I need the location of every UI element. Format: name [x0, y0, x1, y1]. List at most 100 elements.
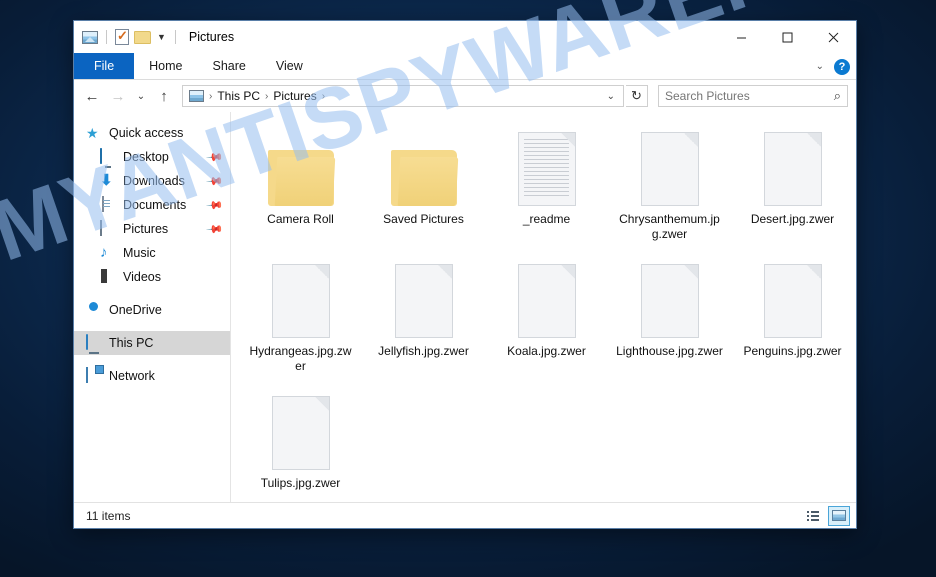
search-input[interactable]: Search Pictures	[665, 89, 834, 103]
properties-icon[interactable]	[115, 28, 129, 45]
large-icons-view-button[interactable]	[828, 505, 850, 526]
tab-view[interactable]: View	[261, 53, 318, 79]
ribbon-right-controls: ⌄ ?	[816, 53, 850, 80]
encrypted-file-icon	[731, 260, 854, 338]
sidebar-item-documents[interactable]: Documents 📌	[74, 193, 230, 217]
sidebar-item-pictures[interactable]: Pictures 📌	[74, 217, 230, 241]
file-item-hydrangeas[interactable]: Hydrangeas.jpg.zwer	[239, 256, 362, 374]
pictures-library-icon[interactable]	[82, 30, 98, 44]
download-arrow-icon: ⬇	[100, 172, 113, 189]
back-button[interactable]: ←	[80, 84, 104, 108]
encrypted-file-icon	[485, 260, 608, 338]
toolbar-divider-2	[174, 30, 176, 44]
address-bar: ← → ⌄ ↑ › This PC › Pictures › ⌄ ↻ Searc…	[74, 80, 856, 112]
minimize-button[interactable]	[718, 21, 764, 53]
expand-ribbon-chevron-icon[interactable]: ⌄	[816, 61, 824, 72]
sidebar-item-label: Quick access	[109, 126, 184, 140]
sidebar-item-desktop[interactable]: Desktop 📌	[74, 145, 230, 169]
file-item-jellyfish[interactable]: Jellyfish.jpg.zwer	[362, 256, 485, 374]
encrypted-file-icon	[608, 260, 731, 338]
up-button[interactable]: ↑	[152, 84, 176, 108]
encrypted-file-icon	[608, 128, 731, 206]
help-icon[interactable]: ?	[834, 58, 850, 75]
details-view-button[interactable]	[802, 506, 824, 526]
sidebar-gap-1	[74, 289, 230, 298]
encrypted-file-icon	[239, 392, 362, 470]
search-icon[interactable]: ⌕	[834, 88, 841, 104]
video-film-icon	[100, 269, 116, 285]
file-item-label: Camera Roll	[267, 212, 334, 226]
file-item-label: Koala.jpg.zwer	[507, 344, 586, 358]
sidebar-item-label: Network	[109, 369, 155, 383]
folder-icon	[239, 128, 362, 206]
tab-home[interactable]: Home	[134, 53, 197, 79]
sidebar-item-network[interactable]: Network	[74, 364, 230, 388]
pin-icon[interactable]: 📌	[206, 196, 225, 214]
sidebar-item-downloads[interactable]: ⬇ Downloads 📌	[74, 169, 230, 193]
tab-share[interactable]: Share	[198, 53, 261, 79]
breadcrumb[interactable]: › This PC › Pictures › ⌄	[182, 85, 624, 107]
search-box[interactable]: Search Pictures ⌕	[658, 85, 848, 107]
view-buttons	[802, 505, 850, 526]
file-item-label: Desert.jpg.zwer	[750, 212, 835, 226]
sidebar-item-label: Desktop	[123, 150, 169, 164]
file-item-label: Jellyfish.jpg.zwer	[378, 344, 469, 358]
sidebar-item-label: Music	[123, 246, 156, 260]
monitor-icon	[100, 148, 116, 165]
sidebar-item-videos[interactable]: Videos	[74, 265, 230, 289]
window-title: Pictures	[188, 30, 235, 44]
large-icons-view-icon	[832, 510, 846, 521]
breadcrumb-item-this-pc[interactable]: This PC	[214, 89, 263, 103]
file-item-lighthouse[interactable]: Lighthouse.jpg.zwer	[608, 256, 731, 374]
computer-icon	[86, 334, 102, 351]
pin-icon[interactable]: 📌	[206, 148, 225, 166]
file-item-tulips[interactable]: Tulips.jpg.zwer	[239, 388, 362, 491]
sidebar-item-label: Videos	[123, 270, 161, 284]
file-item-label: Chrysanthemum.jpg.zwer	[619, 212, 720, 241]
file-item-penguins[interactable]: Penguins.jpg.zwer	[731, 256, 854, 374]
file-grid: Camera Roll Saved Pictures _readme Chrys…	[239, 124, 856, 502]
file-item-label: Lighthouse.jpg.zwer	[616, 344, 723, 358]
refresh-button[interactable]: ↻	[626, 85, 648, 107]
sidebar-item-label: This PC	[109, 336, 154, 350]
new-folder-icon[interactable]	[134, 30, 151, 44]
breadcrumb-item-pictures[interactable]: Pictures	[270, 89, 319, 103]
window-body: ★ Quick access Desktop 📌 ⬇ Downloads 📌 D…	[74, 112, 856, 502]
navigation-pane: ★ Quick access Desktop 📌 ⬇ Downloads 📌 D…	[74, 112, 231, 502]
pin-icon[interactable]: 📌	[206, 172, 225, 190]
file-item-readme[interactable]: _readme	[485, 124, 608, 242]
file-item-label: Penguins.jpg.zwer	[743, 344, 842, 358]
quick-access-toolbar: ▼	[74, 28, 179, 45]
sidebar-item-label: Downloads	[123, 174, 185, 188]
pin-icon[interactable]: 📌	[206, 220, 225, 238]
breadcrumb-separator-0: ›	[209, 90, 213, 102]
star-icon: ★	[86, 125, 99, 141]
cloud-icon	[86, 302, 102, 318]
recent-locations-chevron-icon[interactable]: ⌄	[132, 84, 150, 108]
sidebar-item-music[interactable]: ♪ Music	[74, 241, 230, 265]
file-list-view[interactable]: Camera Roll Saved Pictures _readme Chrys…	[231, 112, 856, 502]
breadcrumb-root-icon[interactable]	[189, 90, 204, 102]
file-item-koala[interactable]: Koala.jpg.zwer	[485, 256, 608, 374]
network-icon	[86, 367, 102, 384]
sidebar-gap-2	[74, 322, 230, 331]
sidebar-item-label: Pictures	[123, 222, 169, 236]
sidebar-item-onedrive[interactable]: OneDrive	[74, 298, 230, 322]
previous-locations-chevron-icon[interactable]: ⌄	[603, 91, 619, 102]
file-item-label: Hydrangeas.jpg.zwer	[249, 344, 352, 373]
tab-file[interactable]: File	[74, 53, 135, 79]
ribbon-tabs: File Home Share View ⌄ ?	[74, 53, 856, 80]
file-item-desert[interactable]: Desert.jpg.zwer	[731, 124, 854, 242]
customize-chevron-icon[interactable]: ▼	[156, 32, 167, 42]
file-item-label: Saved Pictures	[383, 212, 464, 226]
encrypted-file-icon	[731, 128, 854, 206]
sidebar-item-this-pc[interactable]: This PC	[74, 331, 230, 355]
file-item-chrysanthemum[interactable]: Chrysanthemum.jpg.zwer	[608, 124, 731, 242]
forward-button[interactable]: →	[106, 84, 130, 108]
file-explorer-window: ▼ Pictures File Home Share View ⌄ ? ← →	[73, 20, 857, 529]
close-button[interactable]	[810, 21, 856, 53]
file-item-camera-roll[interactable]: Camera Roll	[239, 124, 362, 242]
maximize-button[interactable]	[764, 21, 810, 53]
file-item-saved-pictures[interactable]: Saved Pictures	[362, 124, 485, 242]
sidebar-item-quick-access[interactable]: ★ Quick access	[74, 121, 230, 145]
